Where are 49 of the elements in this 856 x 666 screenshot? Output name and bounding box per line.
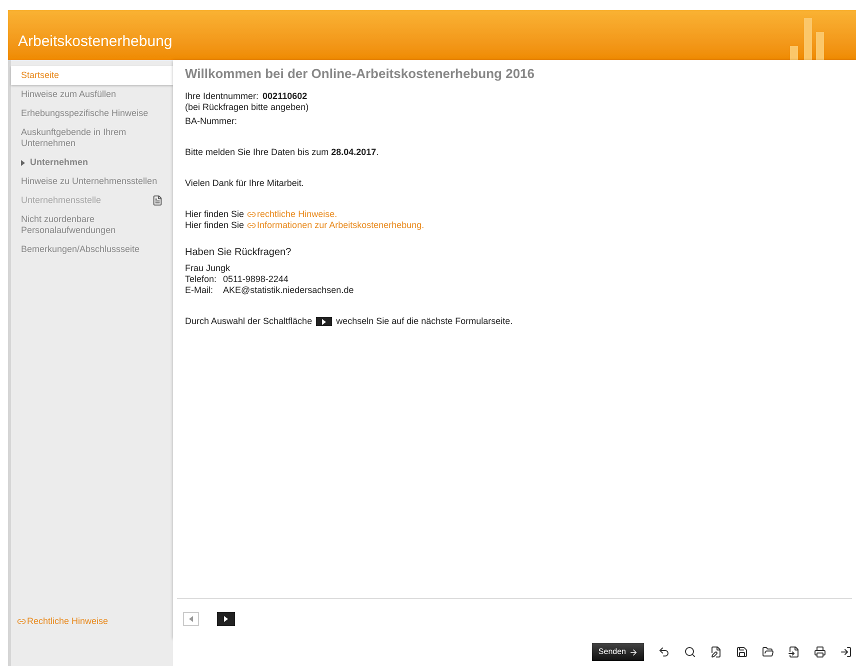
link-icon: [17, 616, 26, 626]
contact-label: Telefon:: [185, 274, 218, 285]
document-edit-icon[interactable]: [710, 646, 722, 658]
right-triangle-icon: [224, 616, 228, 622]
link-icon: [247, 210, 256, 220]
contact-heading: Haben Sie Rückfragen?: [185, 247, 292, 258]
info-link[interactable]: rechtliche Hinweise.: [247, 209, 338, 220]
link-prefix: Hier finden Sie: [185, 209, 244, 220]
page-icon: [152, 195, 163, 206]
document-import-icon[interactable]: [788, 646, 800, 658]
sidebar-item[interactable]: Unternehmen: [11, 153, 173, 172]
send-button[interactable]: Senden: [592, 643, 644, 661]
triangle-icon: [21, 160, 25, 166]
next-page-button[interactable]: [217, 612, 235, 626]
page-heading: Willkommen bei der Online-Arbeitskostenerhebung 2016: [185, 68, 536, 79]
arrow-right-icon: [629, 648, 638, 656]
link-prefix: Hier finden Sie: [185, 220, 244, 231]
sidebar-item[interactable]: Hinweise zum Ausfüllen: [11, 85, 173, 104]
sidebar-item[interactable]: Bemerkungen/Abschlussseite: [11, 240, 173, 259]
left-triangle-icon: [189, 616, 193, 622]
contact-label: E-Mail:: [185, 285, 214, 296]
ba-number-label: BA-Nummer:: [185, 116, 238, 127]
contact-value: AKE@statistik.niedersachsen.de: [223, 285, 354, 296]
id-value: 002110602: [262, 91, 308, 102]
deadline-text: Bitte melden Sie Ihre Daten bis zum 28.04.2017.: [185, 147, 380, 158]
hint-text: Durch Auswahl der Schaltfläche: [185, 316, 312, 327]
save-icon[interactable]: [736, 646, 748, 658]
sidebar-item[interactable]: Hinweise zu Unternehmensstellen: [11, 172, 173, 191]
exit-icon[interactable]: [840, 646, 852, 658]
contact-name: Frau Jungk: [185, 263, 232, 274]
app-title: Arbeitskostenerhebung: [18, 32, 172, 52]
search-icon[interactable]: [684, 646, 696, 658]
printer-icon[interactable]: [814, 646, 826, 658]
hint-text: wechseln Sie auf die nächste Formularseite.: [336, 316, 513, 327]
folder-icon[interactable]: [762, 646, 774, 658]
id-note: (bei Rückfragen bitte angeben): [185, 102, 310, 113]
id-label: Ihre Identnummer:: [185, 91, 259, 102]
info-link[interactable]: Informationen zur Arbeitskostenerhebung.: [247, 220, 424, 231]
sidebar-item[interactable]: Startseite: [11, 66, 173, 85]
sidebar-item[interactable]: Erhebungsspezifische Hinweise: [11, 104, 173, 123]
undo-icon[interactable]: [658, 646, 670, 658]
contact-value: 0511-9898-2244: [223, 274, 288, 285]
sidebar-item[interactable]: Auskunftgebende in Ihrem Unternehmen: [11, 123, 173, 153]
thanks-text: Vielen Dank für Ihre Mitarbeit.: [185, 178, 305, 189]
sidebar-item[interactable]: Nicht zuordenbare Personalaufwendungen: [11, 210, 173, 240]
link-icon: [247, 221, 256, 230]
previous-page-button[interactable]: [183, 612, 199, 626]
next-page-icon: [316, 317, 332, 326]
legal-notice-link[interactable]: Rechtliche Hinweise: [11, 614, 173, 628]
